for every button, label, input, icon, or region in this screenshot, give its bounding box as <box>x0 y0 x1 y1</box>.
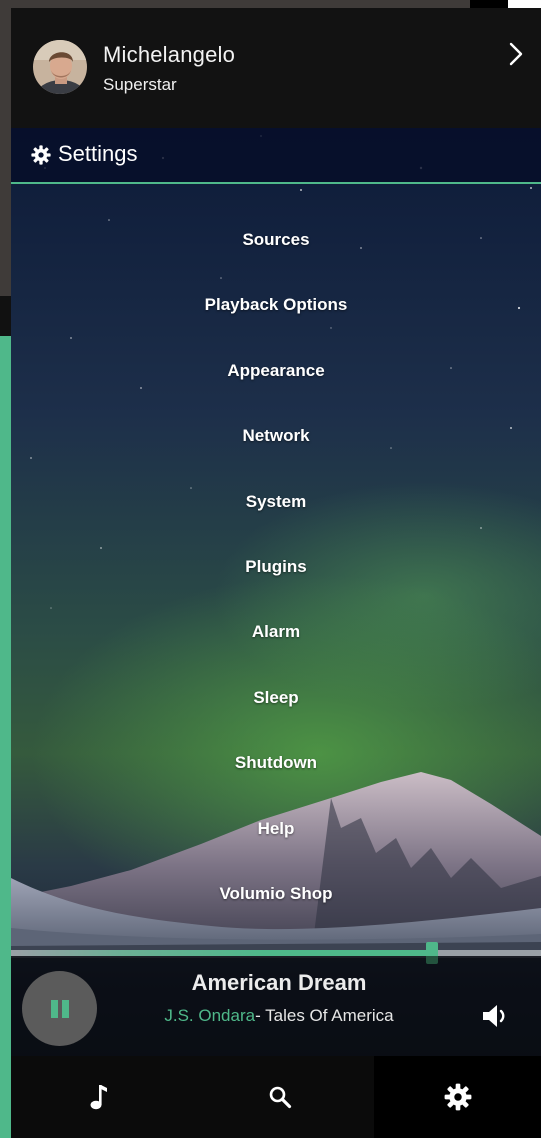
bottom-nav <box>11 1056 541 1138</box>
menu-item-volumio-shop[interactable]: Volumio Shop <box>11 874 541 914</box>
music-note-icon <box>90 1085 107 1110</box>
user-role: Superstar <box>103 75 177 94</box>
nav-search-button[interactable] <box>186 1056 374 1138</box>
menu-item-plugins[interactable]: Plugins <box>11 547 541 587</box>
volume-icon[interactable] <box>481 1003 509 1029</box>
chevron-right-icon[interactable] <box>505 40 527 68</box>
track-subtitle: J.S. Ondara- Tales Of America <box>11 1006 541 1026</box>
gear-icon <box>444 1083 471 1111</box>
user-header[interactable]: Michelangelo Superstar <box>11 8 541 128</box>
search-icon <box>269 1086 292 1109</box>
user-name: Michelangelo <box>103 42 236 67</box>
mountain-landscape <box>11 772 541 958</box>
nav-browse-button[interactable] <box>11 1056 186 1138</box>
menu-item-alarm[interactable]: Alarm <box>11 612 541 652</box>
menu-item-shutdown[interactable]: Shutdown <box>11 743 541 783</box>
menu-item-sleep[interactable]: Sleep <box>11 678 541 718</box>
menu-item-sources[interactable]: Sources <box>11 220 541 260</box>
player-bar: American Dream J.S. Ondara- Tales Of Ame… <box>11 956 541 1056</box>
gear-icon <box>31 145 51 165</box>
track-album: - Tales Of America <box>255 1006 394 1025</box>
menu-item-help[interactable]: Help <box>11 809 541 849</box>
menu-item-system[interactable]: System <box>11 482 541 522</box>
menu-item-network[interactable]: Network <box>11 416 541 456</box>
menu-item-playback-options[interactable]: Playback Options <box>11 285 541 325</box>
settings-title: Settings <box>58 141 138 166</box>
side-panel: Michelangelo Superstar Settings Sources … <box>11 8 541 1138</box>
menu-item-appearance[interactable]: Appearance <box>11 351 541 391</box>
track-title: American Dream <box>191 970 367 995</box>
settings-header: Settings <box>11 128 541 184</box>
nav-settings-button[interactable] <box>374 1056 541 1138</box>
track-artist[interactable]: J.S. Ondara <box>164 1006 255 1025</box>
background-accent-strip <box>0 336 11 1138</box>
avatar[interactable] <box>33 40 87 94</box>
